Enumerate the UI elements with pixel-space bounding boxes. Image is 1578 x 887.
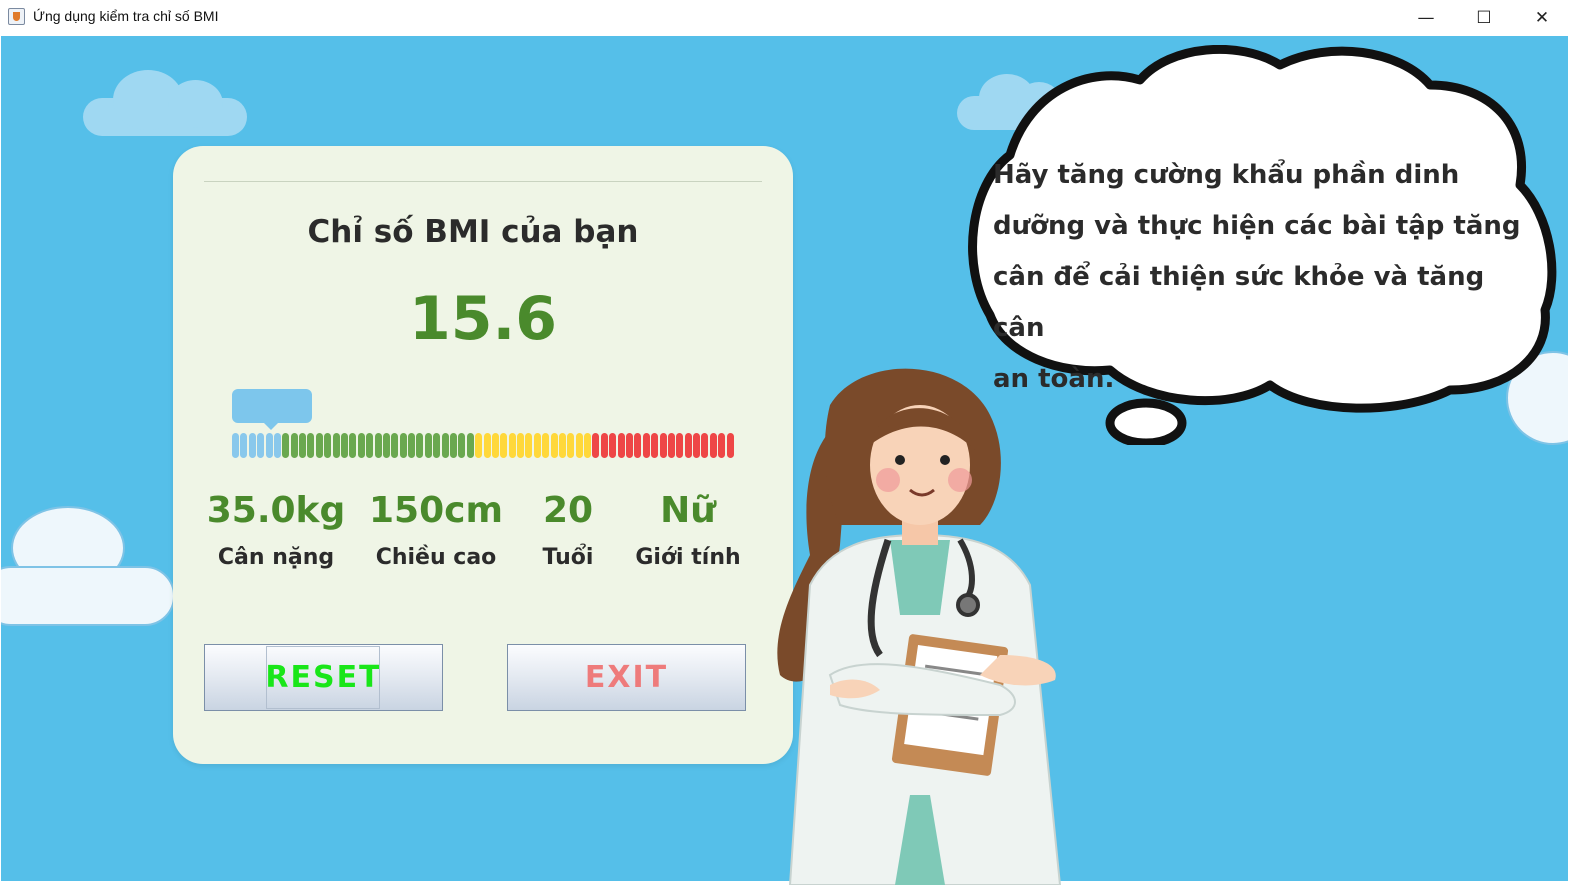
bmi-result-card: Chỉ số BMI của bạn 15.6 35.0kg Cân nặng … bbox=[173, 146, 793, 764]
bmi-scale-segment-green bbox=[374, 433, 382, 458]
minimize-button[interactable]: — bbox=[1397, 0, 1455, 35]
bmi-scale-segment-yellow bbox=[575, 433, 583, 458]
height-value: 150cm bbox=[369, 490, 503, 531]
bmi-scale-segment-green bbox=[391, 433, 399, 458]
advice-line: Hãy tăng cường khẩu phần dinh bbox=[993, 160, 1460, 190]
bmi-scale-segment-yellow bbox=[475, 433, 483, 458]
bmi-scale-segment-red bbox=[634, 433, 642, 458]
bmi-scale-segment-blue bbox=[265, 433, 273, 458]
bmi-scale-segment-red bbox=[709, 433, 717, 458]
cloud-decoration bbox=[1, 566, 175, 626]
bmi-indicator-marker bbox=[232, 389, 312, 430]
bmi-scale-segment-red bbox=[626, 433, 634, 458]
gender-value: Nữ bbox=[660, 490, 716, 531]
bmi-scale-segment-yellow bbox=[550, 433, 558, 458]
bmi-scale-segment-red bbox=[642, 433, 650, 458]
bmi-scale-segment-yellow bbox=[542, 433, 550, 458]
bmi-scale-segment-yellow bbox=[500, 433, 508, 458]
bmi-scale-segment-red bbox=[592, 433, 600, 458]
bmi-scale-segment-blue bbox=[248, 433, 256, 458]
bmi-scale-segment-red bbox=[684, 433, 692, 458]
bmi-scale-segment-green bbox=[290, 433, 298, 458]
bmi-scale-segment-yellow bbox=[533, 433, 541, 458]
bmi-scale-segment-yellow bbox=[517, 433, 525, 458]
bmi-scale-segment-blue bbox=[232, 433, 239, 458]
gender-stat: Nữ Giới tính bbox=[626, 490, 750, 570]
window-titlebar: Ứng dụng kiểm tra chỉ số BMI — ☐ ✕ bbox=[0, 0, 1578, 35]
java-app-icon bbox=[8, 8, 25, 25]
advice-line: cân để cải thiện sức khỏe và tăng cân bbox=[993, 262, 1485, 343]
close-button[interactable]: ✕ bbox=[1513, 0, 1571, 35]
bmi-scale-segment-green bbox=[315, 433, 323, 458]
bmi-scale-segment-green bbox=[408, 433, 416, 458]
bmi-scale-segment-red bbox=[726, 433, 734, 458]
bmi-scale-segment-red bbox=[667, 433, 675, 458]
bmi-scale-segment-green bbox=[340, 433, 348, 458]
bmi-scale-segment-red bbox=[600, 433, 608, 458]
bmi-scale-segment-red bbox=[718, 433, 726, 458]
window-title: Ứng dụng kiểm tra chỉ số BMI bbox=[33, 8, 219, 24]
bmi-scale-segment-green bbox=[324, 433, 332, 458]
gender-label: Giới tính bbox=[635, 545, 741, 570]
bmi-scale-segment-yellow bbox=[558, 433, 566, 458]
bmi-scale-segment-yellow bbox=[525, 433, 533, 458]
exit-button[interactable]: EXIT bbox=[507, 644, 746, 711]
card-divider bbox=[204, 181, 762, 182]
weight-label: Cân nặng bbox=[217, 545, 335, 570]
bmi-scale-segment-green bbox=[416, 433, 424, 458]
bmi-scale-segment-yellow bbox=[584, 433, 592, 458]
height-label: Chiều cao bbox=[375, 545, 497, 570]
advice-line: dưỡng và thực hiện các bài tập tăng bbox=[993, 211, 1521, 241]
advice-line: an toàn. bbox=[993, 364, 1115, 394]
bmi-scale-segment-green bbox=[382, 433, 390, 458]
bmi-scale-segment-red bbox=[659, 433, 667, 458]
weight-value: 35.0kg bbox=[206, 490, 346, 531]
bmi-scale-segment-yellow bbox=[483, 433, 491, 458]
bmi-scale-segment-blue bbox=[273, 433, 281, 458]
bmi-scale-segment-green bbox=[307, 433, 315, 458]
bmi-scale-segment-green bbox=[399, 433, 407, 458]
bmi-scale-segment-red bbox=[651, 433, 659, 458]
bmi-scale-segment-green bbox=[433, 433, 441, 458]
age-label: Tuổi bbox=[542, 545, 594, 570]
bmi-scale-segment-red bbox=[617, 433, 625, 458]
bmi-scale-segment-yellow bbox=[567, 433, 575, 458]
bmi-scale-segment-green bbox=[349, 433, 357, 458]
card-title: Chỉ số BMI của bạn bbox=[307, 214, 639, 250]
bmi-scale-segment-red bbox=[609, 433, 617, 458]
bmi-scale-segment-blue bbox=[240, 433, 248, 458]
weight-stat: 35.0kg Cân nặng bbox=[201, 490, 351, 570]
bmi-scale-segment-green bbox=[299, 433, 307, 458]
bmi-value: 15.6 bbox=[408, 284, 558, 354]
age-stat: 20 Tuổi bbox=[525, 490, 611, 570]
age-value: 20 bbox=[542, 490, 594, 531]
bmi-scale-segment-green bbox=[282, 433, 290, 458]
bmi-scale-segment-blue bbox=[257, 433, 265, 458]
bmi-scale-segment-green bbox=[466, 433, 474, 458]
bmi-scale-segment-green bbox=[366, 433, 374, 458]
bmi-scale-segment-red bbox=[701, 433, 709, 458]
bmi-scale-segment-green bbox=[357, 433, 365, 458]
bmi-scale-segment-green bbox=[441, 433, 449, 458]
maximize-button[interactable]: ☐ bbox=[1455, 0, 1513, 35]
bmi-scale-segment-green bbox=[449, 433, 457, 458]
cloud-decoration bbox=[83, 70, 247, 136]
bmi-scale-segment-green bbox=[458, 433, 466, 458]
height-stat: 150cm Chiều cao bbox=[366, 490, 506, 570]
bmi-scale-segment-green bbox=[424, 433, 432, 458]
reset-button[interactable]: RESET bbox=[204, 644, 443, 711]
advice-text: Hãy tăng cường khẩu phần dinh dưỡng và t… bbox=[993, 150, 1533, 405]
bmi-scale-segment-red bbox=[693, 433, 701, 458]
bmi-scale-segment-yellow bbox=[508, 433, 516, 458]
bmi-scale-segment-yellow bbox=[491, 433, 499, 458]
bmi-scale-segment-green bbox=[332, 433, 340, 458]
bmi-scale-segment-red bbox=[676, 433, 684, 458]
doctor-illustration bbox=[777, 368, 1062, 885]
bmi-scale-bar bbox=[232, 433, 735, 459]
